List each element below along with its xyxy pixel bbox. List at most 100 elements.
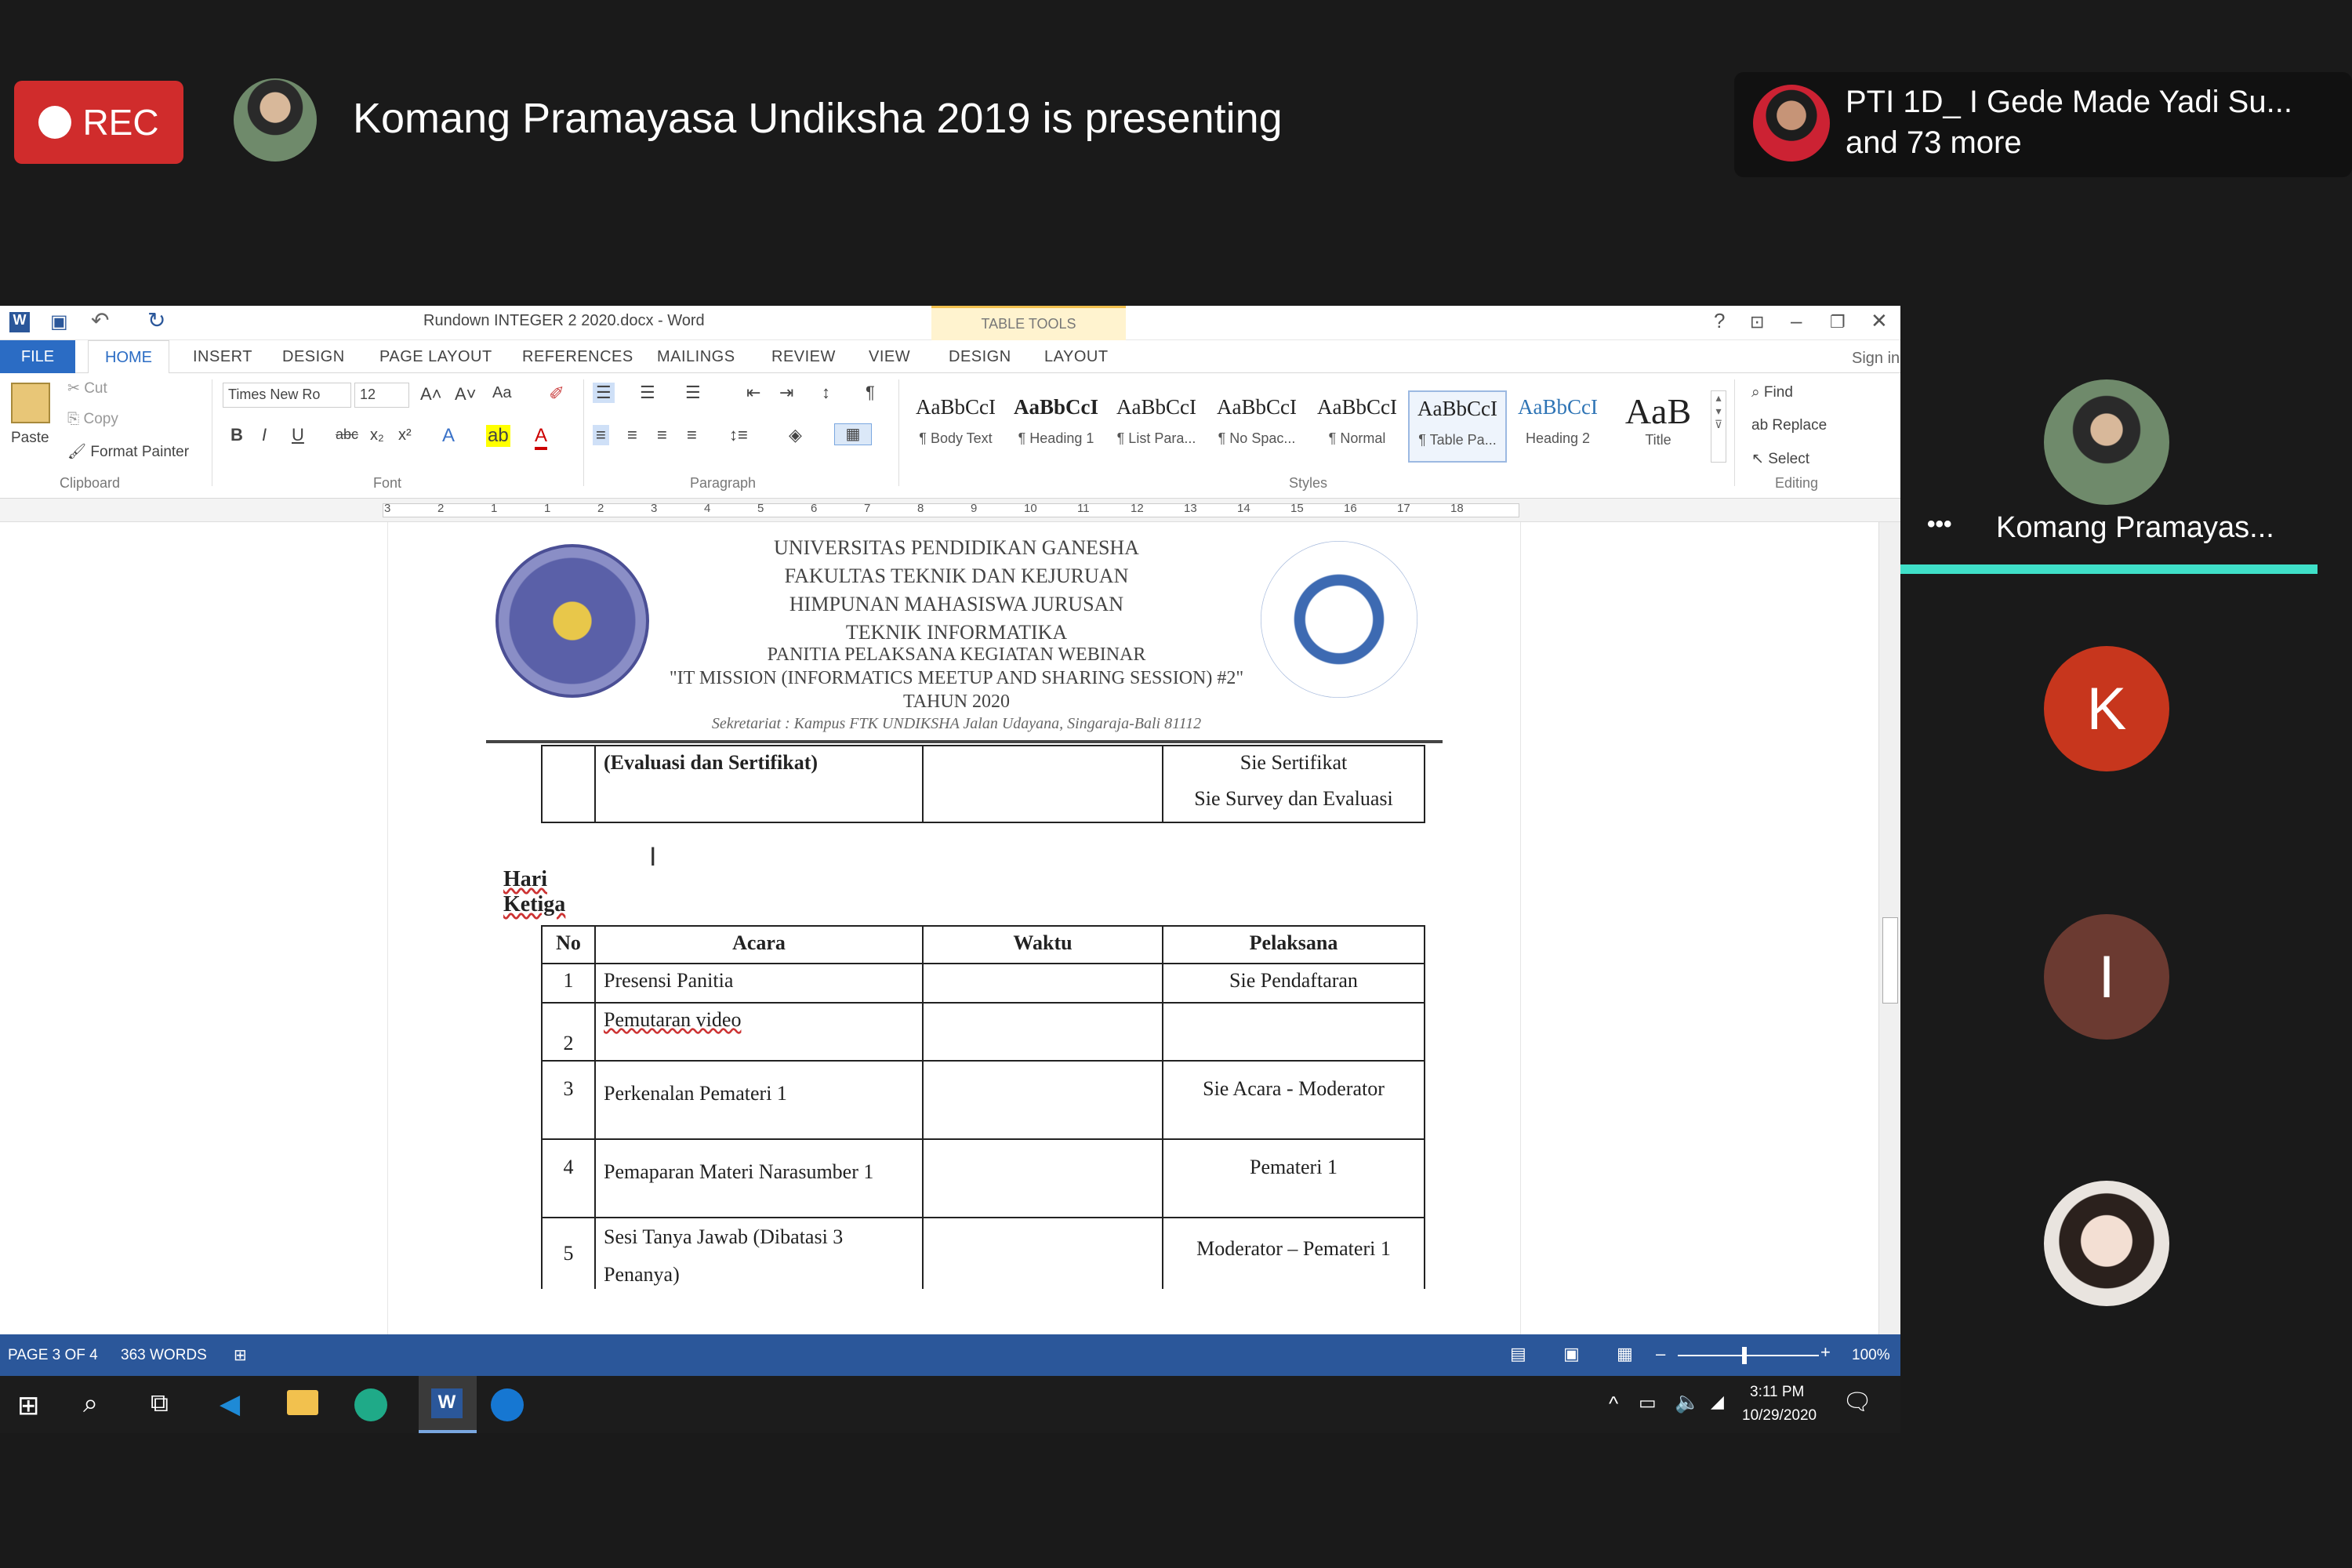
style-list-paragraph[interactable]: AaBbCcI ¶ List Para... <box>1107 390 1206 463</box>
style-table-paragraph[interactable]: AaBbCcI ¶ Table Pa... <box>1408 390 1507 463</box>
participant-avatar-i[interactable]: I <box>2044 914 2169 1040</box>
justify-icon[interactable]: ≡ <box>687 425 697 445</box>
help-icon[interactable]: ? <box>1714 309 1725 333</box>
style-normal[interactable]: AaBbCcI ¶ Normal <box>1308 390 1406 463</box>
align-center-icon[interactable]: ≡ <box>627 425 637 445</box>
style-body-text[interactable]: AaBbCcI ¶ Body Text <box>906 390 1005 463</box>
row-waktu <box>922 1138 1163 1218</box>
minimize-icon[interactable]: – <box>1791 309 1802 333</box>
web-layout-icon[interactable]: ▦ <box>1617 1344 1633 1364</box>
participant-avatar-photo[interactable] <box>2044 1181 2169 1306</box>
sign-in-link[interactable]: Sign in <box>1852 350 1900 368</box>
replace-button[interactable]: ab Replace <box>1751 417 1827 434</box>
ribbon-display-icon[interactable]: ⊡ <box>1750 312 1764 332</box>
table-row[interactable]: 5 Sesi Tanya Jawab (Dibatasi 3 Penanya) … <box>541 1217 1425 1289</box>
tab-table-layout[interactable]: LAYOUT <box>1044 348 1109 366</box>
tab-references[interactable]: REFERENCES <box>522 348 633 366</box>
style-title[interactable]: AaB Title <box>1609 390 1708 463</box>
page-count[interactable]: PAGE 3 OF 4 <box>8 1347 98 1364</box>
line-spacing-icon[interactable]: ↕≡ <box>729 425 748 445</box>
vertical-scrollbar[interactable] <box>1878 522 1900 1334</box>
align-right-icon[interactable]: ≡ <box>657 425 667 445</box>
style-no-spacing[interactable]: AaBbCcI ¶ No Spac... <box>1207 390 1306 463</box>
zoom-slider-handle[interactable] <box>1742 1347 1747 1364</box>
participant-avatar-k[interactable]: K <box>2044 646 2169 771</box>
highlight-icon[interactable]: ab <box>486 425 510 447</box>
align-left-icon[interactable]: ≡ <box>593 425 609 445</box>
zoom-level[interactable]: 100% <box>1852 1347 1890 1364</box>
more-options-icon[interactable]: ••• <box>1927 511 1952 538</box>
tab-view[interactable]: VIEW <box>869 348 910 366</box>
select-button[interactable]: ↖ Select <box>1751 450 1809 468</box>
tab-mailings[interactable]: MAILINGS <box>657 348 735 366</box>
zoom-out-icon[interactable]: – <box>1656 1344 1665 1364</box>
underline-icon[interactable]: U <box>292 425 304 445</box>
copy-button[interactable]: ⎘ Copy <box>67 411 118 428</box>
ruler-number: 16 <box>1344 502 1357 515</box>
style-name: ¶ List Para... <box>1116 430 1196 446</box>
show-marks-icon[interactable]: ¶ <box>866 383 875 403</box>
strikethrough-icon[interactable]: abc <box>336 426 358 443</box>
styles-more-icon[interactable]: ▴ ▾ ⊽ <box>1711 390 1726 463</box>
print-layout-icon[interactable]: ▣ <box>1563 1344 1580 1364</box>
close-icon[interactable]: ✕ <box>1871 309 1888 333</box>
find-button[interactable]: ⌕ Find <box>1751 384 1793 401</box>
paste-label[interactable]: Paste <box>11 430 49 447</box>
increase-indent-icon[interactable]: ⇥ <box>779 383 793 403</box>
paste-icon[interactable] <box>11 383 50 423</box>
italic-icon[interactable]: I <box>262 425 267 445</box>
undo-icon[interactable]: ↶ <box>91 307 109 333</box>
subscript-icon[interactable]: x₂ <box>370 426 384 445</box>
clear-formatting-icon[interactable]: ✐ <box>549 383 564 405</box>
text-effects-icon[interactable]: A <box>442 425 455 447</box>
multilevel-list-icon[interactable]: ☰ <box>685 383 701 403</box>
redo-icon[interactable]: ↻ <box>147 307 165 333</box>
bullets-icon[interactable]: ☰ <box>593 383 615 403</box>
zoom-slider[interactable] <box>1678 1355 1819 1356</box>
cut-button[interactable]: ✂ Cut <box>67 379 107 397</box>
bold-icon[interactable]: B <box>230 425 243 445</box>
letterhead-address: Sekretariat : Kampus FTK UNDIKSHA Jalan … <box>711 715 1202 732</box>
numbering-icon[interactable]: ☰ <box>640 383 655 403</box>
ruler[interactable]: 3 2 1 1 2 3 4 5 6 7 8 9 10 11 12 13 14 15 16 17 18 <box>0 499 1900 522</box>
read-mode-icon[interactable]: ▤ <box>1510 1344 1526 1364</box>
decrease-indent-icon[interactable]: ⇤ <box>746 383 760 403</box>
shrink-font-icon[interactable]: A˅ <box>455 384 477 405</box>
proofing-icon[interactable]: ⊞ <box>234 1345 247 1365</box>
font-size-select[interactable]: 12 <box>354 383 409 408</box>
tab-insert[interactable]: INSERT <box>193 348 252 366</box>
change-case-icon[interactable]: Aa <box>492 384 511 402</box>
style-heading-2[interactable]: AaBbCcI Heading 2 <box>1508 390 1607 463</box>
shading-icon[interactable]: ◈ <box>789 425 802 445</box>
sort-icon[interactable]: ↕ <box>822 383 830 403</box>
tab-table-design[interactable]: DESIGN <box>949 348 1011 366</box>
tab-home[interactable]: HOME <box>88 340 169 374</box>
style-sample: AaBbCcI <box>1518 395 1598 419</box>
select-label: Select <box>1768 451 1810 467</box>
restore-icon[interactable]: ❐ <box>1830 312 1846 332</box>
table-row[interactable]: 3 Perkenalan Pemateri 1 Sie Acara - Mode… <box>541 1060 1425 1140</box>
tab-review[interactable]: REVIEW <box>771 348 836 366</box>
schedule-table[interactable]: No Acara Waktu Pelaksana 1 Presensi Pani… <box>541 925 1425 1218</box>
scrollbar-thumb[interactable] <box>1882 917 1898 1004</box>
tab-page-layout[interactable]: PAGE LAYOUT <box>379 348 492 366</box>
superscript-icon[interactable]: x² <box>398 426 412 445</box>
format-painter-button[interactable]: 🖌 Format Painter <box>67 442 189 461</box>
font-color-icon[interactable]: A <box>535 425 548 450</box>
avatar-initial: I <box>2098 943 2115 1011</box>
participant-avatar-presenter[interactable] <box>2044 379 2169 505</box>
find-label: Find <box>1763 384 1793 401</box>
style-heading-1[interactable]: AaBbCcI ¶ Heading 1 <box>1007 390 1105 463</box>
zoom-in-icon[interactable]: + <box>1820 1342 1831 1363</box>
table-row[interactable]: 1 Presensi Panitia Sie Pendaftaran <box>541 963 1425 1004</box>
grow-font-icon[interactable]: A˄ <box>420 384 442 405</box>
tab-design[interactable]: DESIGN <box>282 348 345 366</box>
table-row[interactable]: 2 Pemutaran video <box>541 1002 1425 1062</box>
attendee-more[interactable]: and 73 more <box>1846 125 2022 161</box>
table-row[interactable]: 4 Pemaparan Materi Narasumber 1 Pemateri… <box>541 1138 1425 1218</box>
save-icon[interactable]: ▣ <box>50 310 68 333</box>
borders-icon[interactable]: ▦ <box>834 423 872 445</box>
font-name-select[interactable]: Times New Ro <box>223 383 351 408</box>
word-count[interactable]: 363 WORDS <box>121 1347 207 1364</box>
tab-file[interactable]: FILE <box>0 340 75 373</box>
